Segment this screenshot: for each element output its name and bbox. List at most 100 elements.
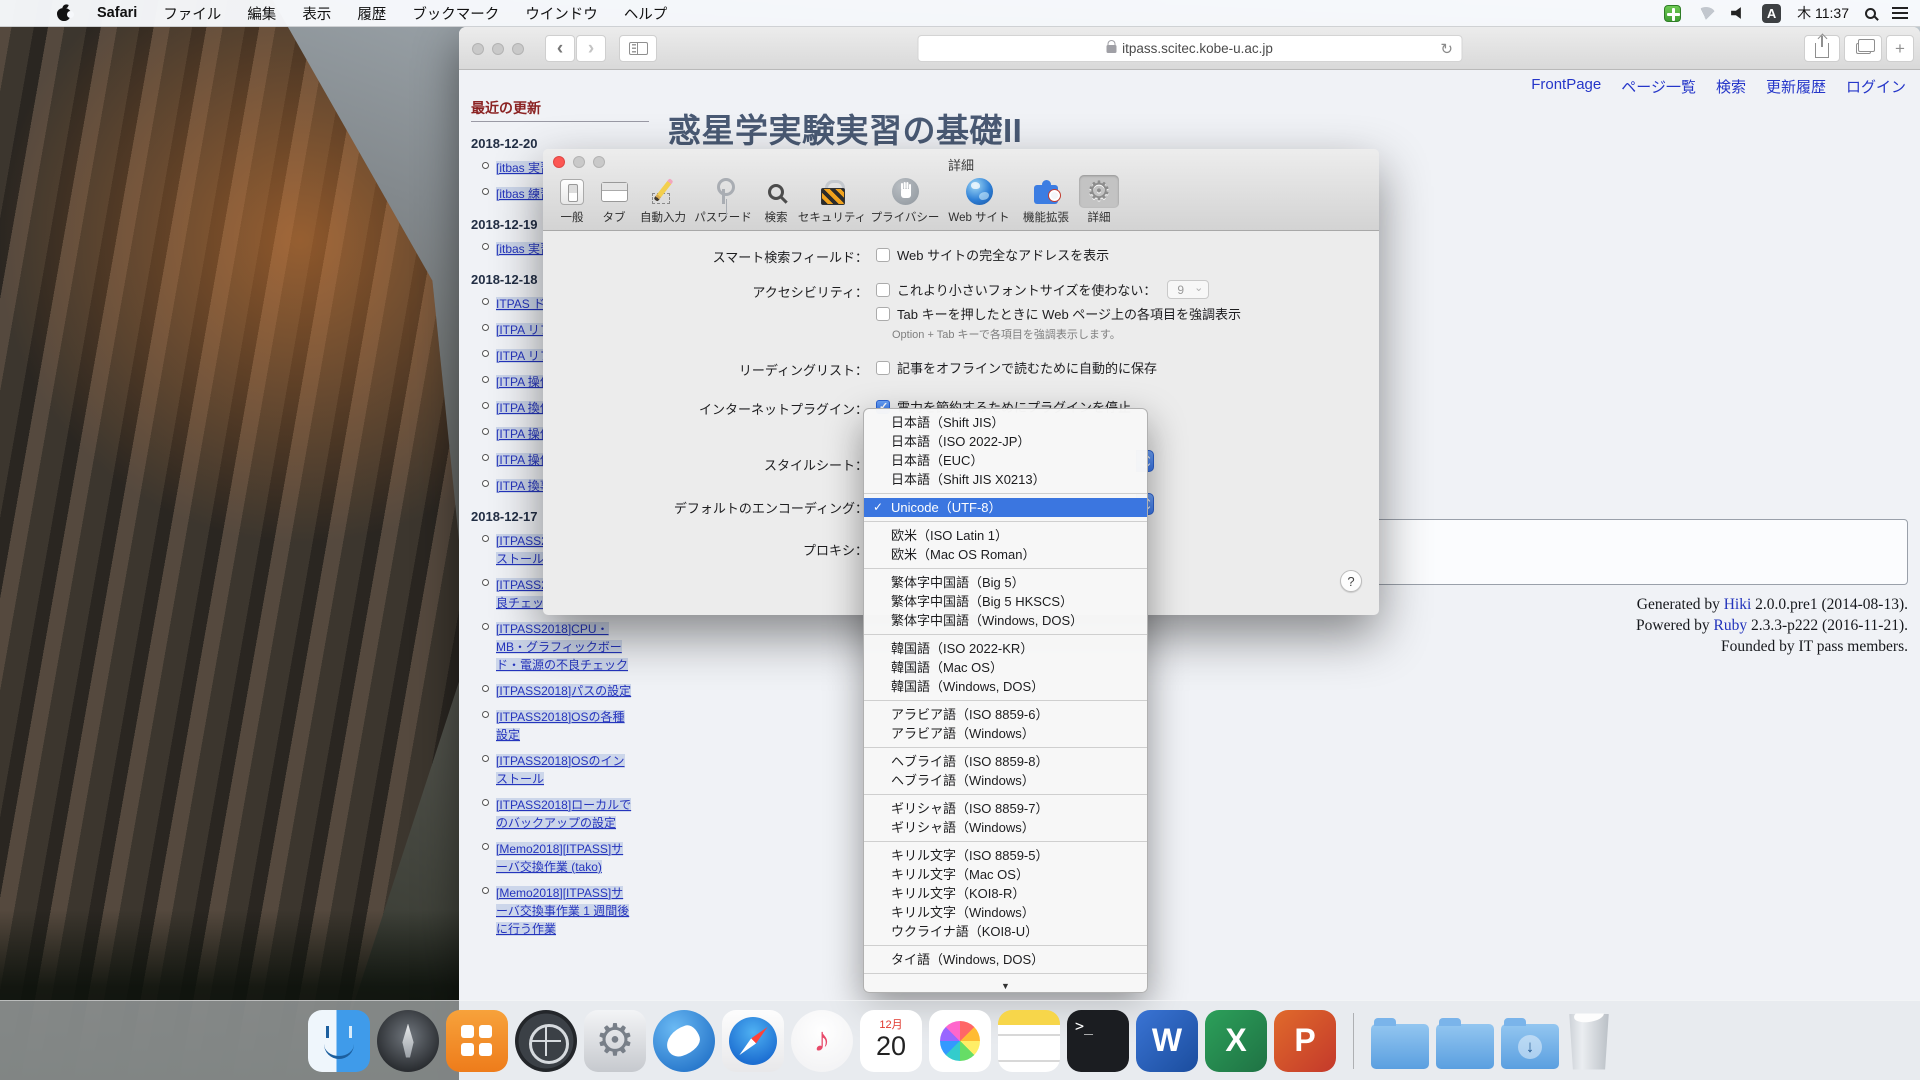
reload-icon[interactable]: ↻ [1440, 40, 1453, 58]
encoding-option[interactable]: 韓国語（Windows, DOS） [864, 677, 1147, 696]
address-bar[interactable]: itpass.scitec.kobe-u.ac.jp ↻ [917, 35, 1462, 62]
dock-safari[interactable] [722, 1010, 784, 1072]
dock-finder[interactable] [308, 1010, 370, 1072]
encoding-option[interactable]: 欧米（ISO Latin 1） [864, 526, 1147, 545]
sidebar-link[interactable]: [ITPASS2018]OSのインストール [496, 754, 625, 786]
prefs-tab-search[interactable]: 検索 [755, 173, 797, 225]
input-source-icon[interactable]: A [1762, 4, 1781, 23]
menu-history[interactable]: 履歴 [357, 3, 386, 24]
sidebar-link[interactable]: [ITPASS2018]OSの各種設定 [496, 710, 625, 742]
dock-calendar[interactable]: 12月 20 [860, 1010, 922, 1072]
encoding-option[interactable]: ヘブライ語（ISO 8859-8） [864, 752, 1147, 771]
menu-bar-clock[interactable]: 木 11:37 [1797, 3, 1849, 23]
prefs-tab-tabs[interactable]: タブ [593, 173, 635, 225]
status-app-icon[interactable] [1664, 5, 1681, 22]
zoom-button[interactable] [593, 156, 605, 168]
encoding-option[interactable]: アラビア語（ISO 8859-6） [864, 705, 1147, 724]
prefs-tab-security[interactable]: セキュリティ [797, 173, 867, 225]
dock-wheel-app[interactable] [515, 1010, 577, 1072]
checkbox[interactable] [876, 248, 890, 262]
encoding-option[interactable]: 繁体字中国語（Windows, DOS） [864, 611, 1147, 630]
sidebar-link[interactable]: [Memo2018][ITPASS]サーバ交換事作業 1 週間後に行う作業 [496, 886, 629, 936]
sidebar-toggle-button[interactable] [619, 35, 657, 62]
prefs-tab-general[interactable]: 一般 [551, 173, 593, 225]
spotlight-icon[interactable] [1865, 8, 1876, 19]
prefs-tab-extensions[interactable]: 機能拡張 [1015, 173, 1077, 225]
dock-photos[interactable] [929, 1010, 991, 1072]
checkbox[interactable] [876, 361, 890, 375]
hiki-link[interactable]: Hiki [1724, 596, 1752, 613]
nav-login[interactable]: ログイン [1846, 76, 1906, 97]
encoding-option[interactable]: 韓国語（ISO 2022-KR） [864, 639, 1147, 658]
encoding-option[interactable]: タイ語（Windows, DOS） [864, 950, 1147, 969]
dock-itunes[interactable]: ♪ [791, 1010, 853, 1072]
encoding-option-selected[interactable]: ✓ Unicode（UTF-8） [864, 498, 1147, 517]
encoding-option[interactable]: ウクライナ語（KOI8-U） [864, 922, 1147, 941]
dock-orange-grid-app[interactable] [446, 1010, 508, 1072]
new-tab-button[interactable]: + [1886, 35, 1914, 62]
dock-powerpoint[interactable]: P [1274, 1010, 1336, 1072]
dock-folder-1[interactable] [1371, 1024, 1429, 1069]
dock-downloads-folder[interactable] [1501, 1024, 1559, 1069]
encoding-option[interactable]: 日本語（EUC） [864, 451, 1147, 470]
menu-view[interactable]: 表示 [302, 3, 331, 24]
prefs-tab-privacy[interactable]: プライバシー [867, 173, 943, 225]
sidebar-link[interactable]: [ITPASS2018]パスの設定 [496, 684, 631, 698]
checkbox[interactable] [876, 283, 890, 297]
menu-bookmarks[interactable]: ブックマーク [412, 3, 499, 24]
forward-button[interactable]: › [576, 35, 606, 62]
tab-overview-button[interactable] [1844, 35, 1882, 62]
dock-word[interactable]: W [1136, 1010, 1198, 1072]
back-button[interactable]: ‹ [545, 35, 575, 62]
sidebar-link[interactable]: [Memo2018][ITPASS]サーバ交換作業 (tako) [496, 842, 623, 874]
encoding-option[interactable]: 繁体字中国語（Big 5） [864, 573, 1147, 592]
apple-menu-icon[interactable] [57, 5, 71, 21]
scroll-down-arrow[interactable]: ▼ [864, 978, 1147, 993]
menu-file[interactable]: ファイル [163, 3, 221, 24]
menu-app-name[interactable]: Safari [97, 5, 137, 21]
encoding-option[interactable]: 日本語（Shift JIS） [864, 413, 1147, 432]
prefs-tab-advanced[interactable]: ⚙ 詳細 [1077, 173, 1121, 225]
dock-terminal[interactable]: >_ [1067, 1010, 1129, 1072]
menu-help[interactable]: ヘルプ [624, 3, 668, 24]
help-button[interactable]: ? [1340, 570, 1362, 592]
ruby-link[interactable]: Ruby [1714, 617, 1748, 634]
prefs-tab-websites[interactable]: Web サイト [943, 173, 1015, 225]
volume-icon[interactable] [1731, 7, 1746, 20]
encoding-option[interactable]: キリル文字（Windows） [864, 903, 1147, 922]
encoding-option[interactable]: 韓国語（Mac OS） [864, 658, 1147, 677]
encoding-option[interactable]: ギリシャ語（Windows） [864, 818, 1147, 837]
nav-recent-changes[interactable]: 更新履歴 [1766, 76, 1826, 97]
font-size-popup[interactable]: 9 [1167, 280, 1209, 299]
nav-frontpage[interactable]: FrontPage [1531, 76, 1601, 97]
encoding-option[interactable]: キリル文字（KOI8-R） [864, 884, 1147, 903]
dock-excel[interactable]: X [1205, 1010, 1267, 1072]
nav-search[interactable]: 検索 [1716, 76, 1746, 97]
minimize-button[interactable] [492, 43, 504, 55]
close-button[interactable] [553, 156, 565, 168]
dock-notes[interactable] [998, 1010, 1060, 1072]
nav-page-list[interactable]: ページ一覧 [1621, 76, 1696, 97]
encoding-option[interactable]: 繁体字中国語（Big 5 HKSCS） [864, 592, 1147, 611]
wifi-off-icon[interactable] [1697, 7, 1715, 20]
encoding-option[interactable]: ヘブライ語（Windows） [864, 771, 1147, 790]
sidebar-link[interactable]: [ITPASS2018]CPU・MB・グラフィックボード・電源の不良チェック [496, 622, 628, 672]
encoding-option[interactable]: キリル文字（ISO 8859-5） [864, 846, 1147, 865]
dock-trash[interactable] [1566, 1014, 1612, 1070]
sidebar-link[interactable]: [ITPASS2018]ローカルでのバックアップの設定 [496, 798, 631, 830]
checkbox[interactable] [876, 307, 890, 321]
encoding-option[interactable]: 欧米（Mac OS Roman） [864, 545, 1147, 564]
menu-window[interactable]: ウインドウ [525, 3, 598, 24]
encoding-option[interactable]: 日本語（ISO 2022-JP） [864, 432, 1147, 451]
notification-center-icon[interactable] [1892, 7, 1908, 19]
prefs-tab-passwords[interactable]: パスワード [691, 173, 755, 225]
dock-system-preferences[interactable]: ⚙ [584, 1010, 646, 1072]
menu-edit[interactable]: 編集 [247, 3, 276, 24]
dock-folder-2[interactable] [1436, 1024, 1494, 1069]
dock-thunderbird[interactable] [653, 1010, 715, 1072]
prefs-tab-autofill[interactable]: 自動入力 [635, 173, 691, 225]
encoding-option[interactable]: アラビア語（Windows） [864, 724, 1147, 743]
share-button[interactable] [1804, 35, 1840, 62]
close-button[interactable] [472, 43, 484, 55]
dock-launchpad[interactable] [377, 1010, 439, 1072]
